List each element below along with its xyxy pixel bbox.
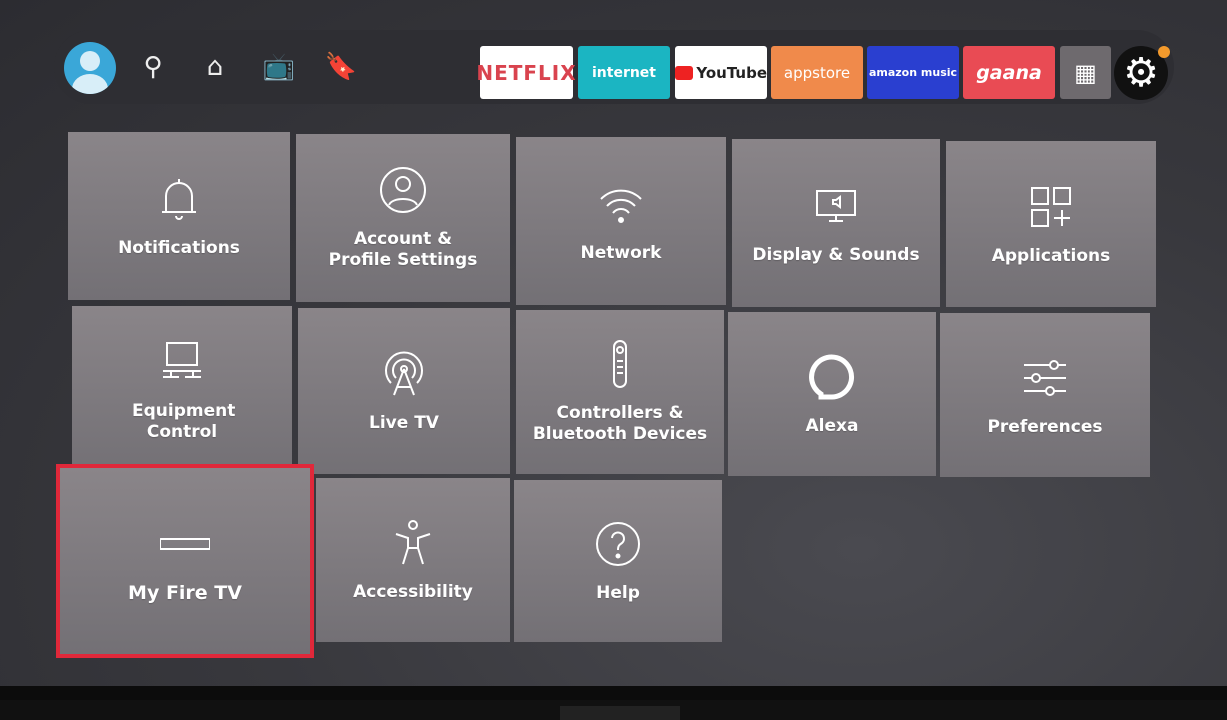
tile-label: Preferences xyxy=(987,416,1103,437)
wifi-icon xyxy=(600,189,642,223)
tile-controllers-bluetooth-devices[interactable]: Controllers & Bluetooth Devices xyxy=(516,310,724,474)
app-label: amazon music xyxy=(868,66,958,79)
app-appstore[interactable]: appstore xyxy=(771,46,863,99)
app-gaana[interactable]: gaana xyxy=(963,46,1055,99)
tile-label: Display & Sounds xyxy=(752,244,920,265)
tile-preferences[interactable]: Preferences xyxy=(940,313,1150,477)
tile-alexa[interactable]: Alexa xyxy=(728,312,936,476)
bookmark-icon[interactable]: 🔖 xyxy=(324,50,358,84)
alexa-icon xyxy=(809,354,854,399)
tile-label: Controllers & Bluetooth Devices xyxy=(532,403,708,444)
tile-label: Applications xyxy=(991,245,1111,266)
notification-badge xyxy=(1158,46,1170,58)
tile-equipment-control[interactable]: Equipment Control xyxy=(72,306,292,474)
tile-applications[interactable]: Applications xyxy=(946,141,1156,307)
fire-tv-device-icon xyxy=(160,537,210,550)
search-icon[interactable]: ⚲ xyxy=(136,50,170,84)
tile-label: Equipment Control xyxy=(132,401,236,442)
tile-label: Account & Profile Settings xyxy=(328,229,478,270)
equipment-icon xyxy=(163,342,201,378)
app-label: NETFLIX xyxy=(476,60,577,85)
profile-avatar[interactable] xyxy=(64,42,116,94)
live-tv-icon[interactable]: 📺 xyxy=(262,50,296,84)
user-icon xyxy=(380,167,426,213)
tile-notifications[interactable]: Notifications xyxy=(68,132,290,300)
app-label: internet xyxy=(591,64,656,81)
app-amazon-music[interactable]: amazon music xyxy=(867,46,959,99)
tile-account-profile-settings[interactable]: Account & Profile Settings xyxy=(296,134,510,302)
tile-accessibility[interactable]: Accessibility xyxy=(316,478,510,642)
tile-label: Notifications xyxy=(118,237,240,258)
tile-label: Live TV xyxy=(369,412,439,433)
tile-display-sounds[interactable]: Display & Sounds xyxy=(732,139,940,307)
all-apps-button[interactable]: ▦ xyxy=(1060,46,1111,99)
tile-label: Alexa xyxy=(805,415,859,436)
youtube-play-icon xyxy=(675,65,694,80)
apps-icon xyxy=(1031,186,1071,227)
home-icon[interactable]: ⌂ xyxy=(198,50,232,84)
tile-label: My Fire TV xyxy=(128,581,242,604)
app-youtube[interactable]: YouTube xyxy=(675,46,767,99)
accessibility-icon xyxy=(395,519,431,564)
app-internet[interactable]: internet xyxy=(578,46,670,99)
sliders-icon xyxy=(1024,359,1066,396)
app-label: YouTube xyxy=(696,63,767,82)
tv-stand xyxy=(560,706,680,720)
app-label: appstore xyxy=(783,63,851,82)
tile-my-fire-tv[interactable]: My Fire TV xyxy=(56,464,314,658)
help-icon xyxy=(596,521,640,566)
tile-label: Network xyxy=(580,242,662,263)
display-icon xyxy=(816,189,856,222)
bell-icon xyxy=(162,178,196,220)
antenna-icon xyxy=(385,351,423,395)
tile-network[interactable]: Network xyxy=(516,137,726,305)
tile-live-tv[interactable]: Live TV xyxy=(298,308,510,474)
tile-label: Help xyxy=(596,582,640,603)
tile-label: Accessibility xyxy=(353,581,473,602)
app-netflix[interactable]: NETFLIX xyxy=(476,46,576,99)
tv-screen: ⚲ ⌂ 📺 🔖 NETFLIX internet YouTube appstor… xyxy=(0,0,1227,700)
remote-icon xyxy=(613,340,627,388)
app-label: gaana xyxy=(976,61,1042,84)
tile-help[interactable]: Help xyxy=(514,480,722,642)
